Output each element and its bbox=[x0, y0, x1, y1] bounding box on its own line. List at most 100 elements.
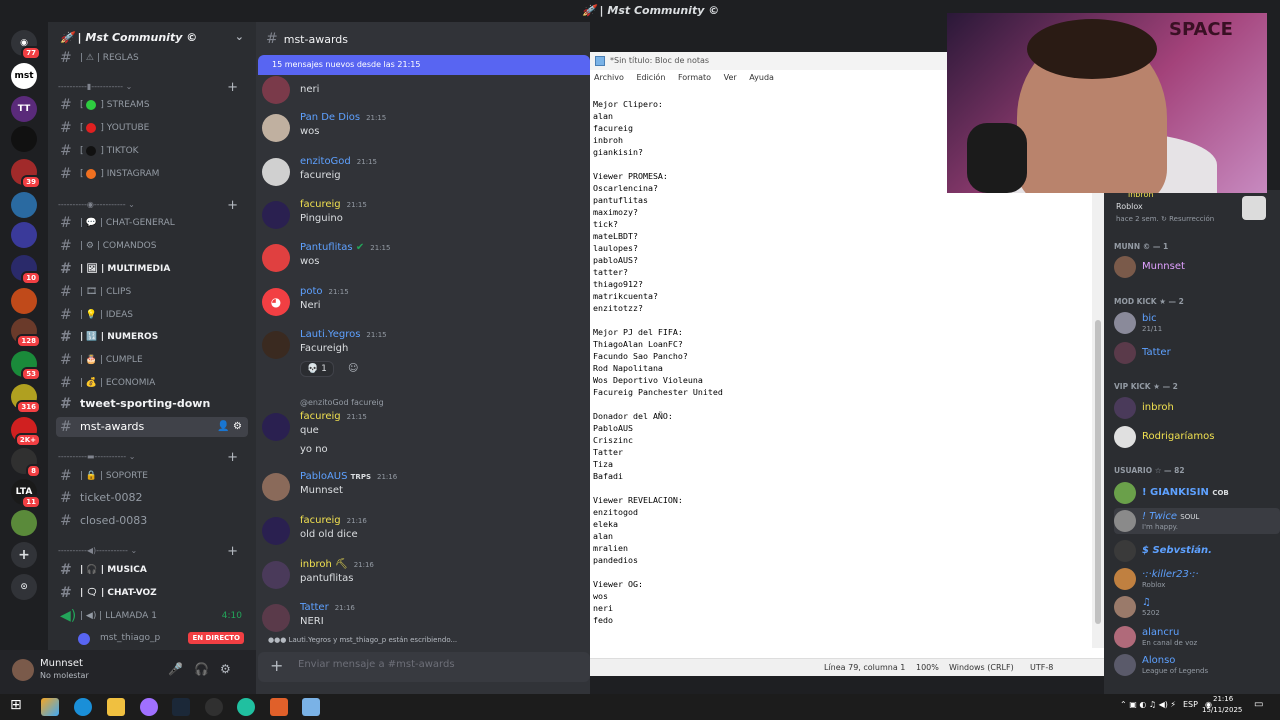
member-item[interactable]: Munnset bbox=[1114, 254, 1276, 280]
channel-tiktok[interactable]: #[ ] TIKTOK bbox=[56, 141, 248, 161]
member-item[interactable]: Rodrigaríamos bbox=[1114, 424, 1276, 450]
channel-musica[interactable]: # | 🎧 | MUSICA bbox=[56, 560, 248, 580]
server-icon[interactable] bbox=[11, 126, 37, 152]
add-server-icon[interactable]: + bbox=[11, 542, 37, 568]
gear-icon[interactable]: ⚙ bbox=[220, 662, 231, 676]
microphone-icon[interactable]: 🎤 bbox=[168, 662, 183, 676]
add-reaction-icon[interactable]: ☺ bbox=[348, 363, 358, 374]
menu-formato[interactable]: Formato bbox=[678, 73, 711, 82]
server-icon[interactable]: mst bbox=[11, 63, 37, 89]
channel-reglas[interactable]: # | ⚠ | REGLAS bbox=[56, 48, 248, 68]
notification-icon[interactable]: ▭ bbox=[1254, 699, 1263, 710]
member-item[interactable]: inbroh bbox=[1114, 395, 1276, 421]
channel-numeros[interactable]: # | 🔢 | NUMEROS bbox=[56, 327, 248, 347]
avatar[interactable] bbox=[262, 158, 290, 186]
server-icon[interactable]: 39 bbox=[11, 159, 41, 189]
server-icon[interactable] bbox=[11, 288, 37, 314]
add-channel-icon[interactable]: + bbox=[227, 80, 238, 95]
menu-archivo[interactable]: Archivo bbox=[594, 73, 624, 82]
avatar[interactable] bbox=[262, 76, 290, 104]
add-channel-icon[interactable]: + bbox=[227, 450, 238, 465]
firefox-icon[interactable] bbox=[270, 698, 288, 716]
avatar[interactable] bbox=[262, 114, 290, 142]
member-item[interactable]: Alonso League of Legends bbox=[1114, 652, 1276, 678]
avatar[interactable] bbox=[262, 244, 290, 272]
file-explorer-icon[interactable] bbox=[107, 698, 125, 716]
add-attachment-icon[interactable]: + bbox=[270, 656, 283, 675]
reaction[interactable]: 💀 1 bbox=[300, 361, 334, 377]
channel-mst-awards[interactable]: # mst-awards 👤 ⚙ bbox=[56, 417, 248, 437]
server-icon[interactable]: 53 bbox=[11, 351, 41, 381]
windows-start-icon[interactable]: ⊞ bbox=[10, 697, 28, 715]
member-item[interactable]: Tatter bbox=[1114, 340, 1276, 366]
avatar[interactable] bbox=[262, 473, 290, 501]
channel-closed[interactable]: # closed-0083 bbox=[56, 511, 248, 531]
voice-channel-llamada[interactable]: ◀) | ◀) | LLAMADA 1 4:10 bbox=[56, 606, 248, 626]
member-item[interactable]: ♫ 5202 bbox=[1114, 594, 1276, 620]
avatar[interactable] bbox=[262, 331, 290, 359]
edge-icon[interactable] bbox=[74, 698, 92, 716]
channel-chat-general[interactable]: # | 💬 | CHAT-GENERAL bbox=[56, 213, 248, 233]
channel-tweet-sporting-down[interactable]: # tweet-sporting-down bbox=[56, 394, 248, 414]
channel-ideas[interactable]: # | 💡 | IDEAS bbox=[56, 305, 248, 325]
server-icon[interactable]: ◉ 77 bbox=[11, 30, 41, 60]
add-channel-icon[interactable]: + bbox=[227, 198, 238, 213]
avatar[interactable] bbox=[12, 659, 34, 681]
channel-soporte[interactable]: # | 🔒 | SOPORTE bbox=[56, 466, 248, 486]
avatar[interactable] bbox=[262, 201, 290, 229]
scrollbar-thumb[interactable] bbox=[1095, 320, 1101, 624]
notepad-taskbar-icon[interactable] bbox=[302, 698, 320, 716]
message-input[interactable] bbox=[298, 659, 578, 670]
avatar[interactable] bbox=[262, 517, 290, 545]
tray-icons[interactable]: ⌃ ▣ ◐ ♫ ◀) ⚡ bbox=[1120, 700, 1176, 709]
new-messages-banner[interactable]: 15 mensajes nuevos desde las 21:15 bbox=[258, 55, 590, 75]
channel-cumple[interactable]: # | 🎂 | CUMPLE bbox=[56, 350, 248, 370]
avatar[interactable] bbox=[262, 413, 290, 441]
menu-ver[interactable]: Ver bbox=[724, 73, 737, 82]
member-item[interactable]: alancru En canal de voz bbox=[1114, 624, 1276, 650]
member-item[interactable]: ! GIANKISIN COB bbox=[1114, 480, 1276, 506]
headphones-icon[interactable]: 🎧 bbox=[194, 662, 209, 676]
server-icon[interactable]: 128 bbox=[11, 318, 41, 348]
channel-multimedia[interactable]: # | 🖼 | MULTIMEDIA bbox=[56, 259, 248, 279]
clock-date[interactable]: 15/11/2025 bbox=[1202, 706, 1242, 714]
channel-instagram[interactable]: #[ ] INSTAGRAM bbox=[56, 164, 248, 184]
channel-clips[interactable]: # | 🎞 | CLIPS bbox=[56, 282, 248, 302]
server-icon[interactable] bbox=[11, 222, 37, 248]
server-icon[interactable]: LTA 11 bbox=[11, 479, 41, 509]
discord-avatar-icon[interactable]: ◕ bbox=[262, 288, 290, 316]
server-icon[interactable]: TT bbox=[11, 96, 37, 122]
server-icon[interactable]: 316 bbox=[11, 384, 41, 414]
server-icon[interactable]: 2K+ bbox=[11, 417, 41, 447]
member-item[interactable]: $ Sebvstián. bbox=[1114, 538, 1276, 564]
server-icon[interactable] bbox=[11, 510, 37, 536]
channel-ticket[interactable]: # ticket-0082 bbox=[56, 488, 248, 508]
app-icon[interactable] bbox=[140, 698, 158, 716]
channel-streams[interactable]: #[ ] STREAMS bbox=[56, 95, 248, 115]
steam-icon[interactable] bbox=[172, 698, 190, 716]
language-indicator[interactable]: ESP bbox=[1183, 700, 1198, 709]
channel-comandos[interactable]: # | ⚙ | COMANDOS bbox=[56, 236, 248, 256]
obs-icon[interactable] bbox=[205, 698, 223, 716]
app-icon[interactable] bbox=[237, 698, 255, 716]
channel-chat-voz[interactable]: # | 🗨 | CHAT-VOZ bbox=[56, 583, 248, 603]
member-item[interactable]: ! Twice SOUL I'm happy. bbox=[1114, 508, 1280, 534]
clock-time[interactable]: 21:16 bbox=[1213, 695, 1233, 703]
channel-economia[interactable]: # | 💰 | ECONOMIA bbox=[56, 373, 248, 393]
server-icon[interactable]: 10 bbox=[11, 255, 41, 285]
reply-reference[interactable]: @enzitoGod facureig bbox=[300, 398, 384, 407]
explore-icon[interactable]: ⊙ bbox=[11, 574, 37, 600]
member-item[interactable]: bic 21/11 bbox=[1114, 310, 1276, 336]
avatar[interactable] bbox=[262, 561, 290, 589]
menu-ayuda[interactable]: Ayuda bbox=[749, 73, 774, 82]
add-channel-icon[interactable]: + bbox=[227, 544, 238, 559]
menu-edicion[interactable]: Edición bbox=[636, 73, 665, 82]
channel-youtube[interactable]: #[ ] YOUTUBE bbox=[56, 118, 248, 138]
server-icon[interactable]: 8 bbox=[11, 448, 41, 478]
avatar[interactable] bbox=[262, 604, 290, 632]
server-icon[interactable] bbox=[11, 192, 37, 218]
member-item[interactable]: ·:·killer23·:· Roblox bbox=[1114, 566, 1276, 592]
settings-icon[interactable]: 👤 ⚙ bbox=[217, 417, 242, 437]
copilot-icon[interactable] bbox=[41, 698, 59, 716]
voice-user[interactable]: mst_thiago_p EN DIRECTO bbox=[56, 628, 248, 648]
